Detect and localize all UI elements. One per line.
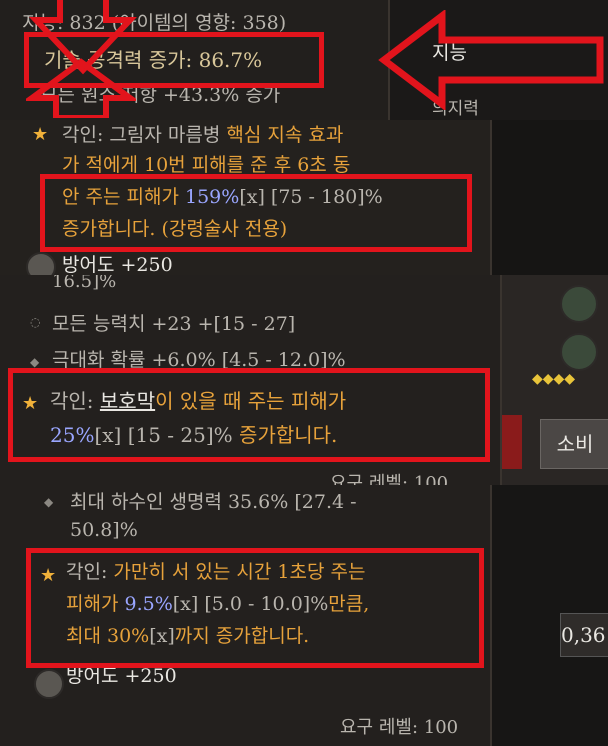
stat-bullet-icon: ◌ [30, 315, 41, 329]
armor-stat: 방어도 +250 [62, 254, 173, 275]
side-panel-bottom: 0,36 [492, 485, 608, 746]
minion-life-stat: 최대 하수인 생명력 35.6% [27.4 - [70, 491, 357, 513]
stat-bullet-icon-2: ◆ [30, 355, 40, 369]
side-panel-middle: ◆◆◆◆ 소비 [502, 275, 608, 485]
minion-life-stat-cont: 50.8]% [70, 519, 138, 541]
aspect-line-1: 각인: 그림자 마름병 핵심 지속 효과 [62, 120, 343, 147]
arrow-up-icon [26, 58, 136, 118]
partial-previous-line: 16.5]% [52, 275, 117, 292]
required-level-2: 요구 레벨: 100 [340, 717, 459, 738]
armor-icon-2 [34, 669, 64, 699]
arrow-left-icon [378, 10, 604, 110]
highlight-aspect-2 [8, 368, 490, 462]
socket-diamonds: ◆◆◆◆ [532, 371, 576, 387]
aspect-title: 그림자 마름병 [109, 124, 221, 146]
armor-icon [26, 252, 56, 275]
side-panel-middle-top [492, 120, 608, 275]
aspect-label: 각인: [62, 124, 104, 146]
skill-socket-icon-1 [560, 285, 598, 323]
aspect-core-effect: 핵심 지속 효과 [226, 124, 344, 146]
required-level: 요구 레벨: 100 [330, 473, 449, 485]
red-accent [502, 415, 522, 469]
all-stats: 모든 능력치 +23 +[15 - 27] [52, 313, 296, 335]
skill-socket-icon-2 [560, 333, 598, 371]
stat-bullet-icon-3: ◆ [44, 495, 54, 509]
aspect-line-2: 가 적에게 10번 피해를 준 후 6초 동 [62, 154, 351, 176]
highlight-aspect-1 [40, 174, 472, 252]
highlight-aspect-3 [26, 548, 484, 668]
consume-button[interactable]: 소비 [540, 419, 608, 469]
aspect-star-icon: ★ [32, 124, 49, 145]
side-value-box: 0,36 [560, 613, 608, 657]
